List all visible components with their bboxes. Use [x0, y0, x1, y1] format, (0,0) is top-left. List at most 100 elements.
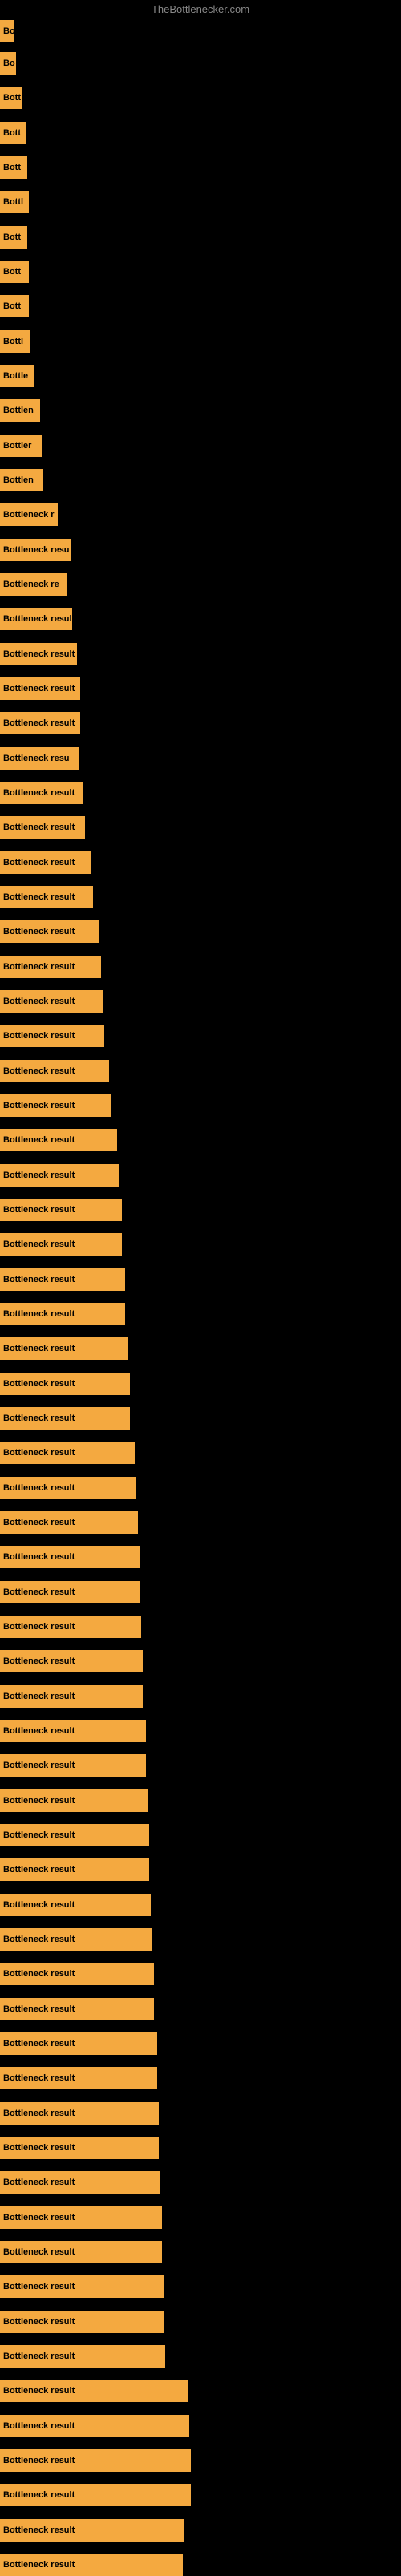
bar-label-41: Bottleneck result [3, 1413, 75, 1423]
bar-label-71: Bottleneck result [3, 2456, 75, 2465]
bar-label-24: Bottleneck result [3, 823, 75, 832]
bar-item-39: Bottleneck result [0, 1337, 128, 1360]
bar-item-57: Bottleneck result [0, 1963, 154, 1985]
bar-label-3: Bott [3, 93, 21, 103]
bar-item-40: Bottleneck result [0, 1373, 130, 1395]
bar-label-22: Bottleneck resu [3, 754, 70, 763]
bar-item-62: Bottleneck result [0, 2137, 159, 2159]
bar-item-4: Bott [0, 122, 26, 144]
bar-label-6: Bottl [3, 197, 23, 207]
bar-item-28: Bottleneck result [0, 956, 101, 978]
bar-label-69: Bottleneck result [3, 2386, 75, 2396]
bar-item-36: Bottleneck result [0, 1233, 122, 1256]
bar-item-10: Bottl [0, 330, 30, 353]
bar-label-15: Bottleneck r [3, 510, 55, 520]
bar-item-55: Bottleneck result [0, 1894, 151, 1916]
bar-item-3: Bott [0, 87, 22, 109]
bar-label-70: Bottleneck result [3, 2421, 75, 2431]
bar-label-9: Bott [3, 301, 21, 311]
bar-label-13: Bottler [3, 441, 31, 451]
bar-label-19: Bottleneck result [3, 649, 75, 659]
bar-item-44: Bottleneck result [0, 1511, 138, 1534]
bar-label-7: Bott [3, 233, 21, 242]
bar-item-24: Bottleneck result [0, 816, 85, 839]
bar-item-31: Bottleneck result [0, 1060, 109, 1082]
bar-label-30: Bottleneck result [3, 1031, 75, 1041]
bar-item-5: Bott [0, 156, 27, 179]
bar-item-74: Bottleneck result [0, 2554, 183, 2576]
bar-label-37: Bottleneck result [3, 1275, 75, 1284]
bar-label-63: Bottleneck result [3, 2178, 75, 2187]
bar-item-17: Bottleneck re [0, 573, 67, 596]
bar-item-41: Bottleneck result [0, 1407, 130, 1430]
bar-label-31: Bottleneck result [3, 1066, 75, 1076]
bar-label-32: Bottleneck result [3, 1101, 75, 1110]
bar-item-1: Bo [0, 20, 14, 42]
bar-item-34: Bottleneck result [0, 1164, 119, 1187]
bar-label-64: Bottleneck result [3, 2213, 75, 2222]
bar-item-32: Bottleneck result [0, 1094, 111, 1117]
bar-label-20: Bottleneck result [3, 684, 75, 694]
bar-label-51: Bottleneck result [3, 1761, 75, 1770]
bar-item-13: Bottler [0, 435, 42, 457]
bar-label-36: Bottleneck result [3, 1239, 75, 1249]
bar-item-42: Bottleneck result [0, 1442, 135, 1464]
bar-item-50: Bottleneck result [0, 1720, 146, 1742]
bar-label-16: Bottleneck resu [3, 545, 70, 555]
bar-label-12: Bottlen [3, 406, 34, 415]
bar-label-28: Bottleneck result [3, 962, 75, 972]
bar-label-52: Bottleneck result [3, 1796, 75, 1806]
bar-label-72: Bottleneck result [3, 2490, 75, 2500]
bar-item-26: Bottleneck result [0, 886, 93, 908]
bar-item-30: Bottleneck result [0, 1025, 104, 1047]
bar-item-14: Bottlen [0, 469, 43, 491]
bar-label-50: Bottleneck result [3, 1726, 75, 1736]
bar-item-72: Bottleneck result [0, 2484, 191, 2506]
bar-item-48: Bottleneck result [0, 1650, 143, 1672]
bar-label-25: Bottleneck result [3, 858, 75, 867]
bar-label-40: Bottleneck result [3, 1379, 75, 1389]
bar-label-65: Bottleneck result [3, 2247, 75, 2257]
bar-label-47: Bottleneck result [3, 1622, 75, 1632]
bar-item-46: Bottleneck result [0, 1581, 140, 1603]
bar-label-39: Bottleneck result [3, 1344, 75, 1353]
bar-label-21: Bottleneck result [3, 718, 75, 728]
bar-item-65: Bottleneck result [0, 2241, 162, 2263]
bar-label-44: Bottleneck result [3, 1518, 75, 1527]
bar-item-33: Bottleneck result [0, 1129, 117, 1151]
bar-item-66: Bottleneck result [0, 2275, 164, 2298]
bar-item-60: Bottleneck result [0, 2067, 157, 2089]
bar-label-34: Bottleneck result [3, 1171, 75, 1180]
bar-label-74: Bottleneck result [3, 2560, 75, 2570]
bar-item-69: Bottleneck result [0, 2380, 188, 2402]
bar-label-45: Bottleneck result [3, 1552, 75, 1562]
bar-label-58: Bottleneck result [3, 2004, 75, 2014]
bar-label-10: Bottl [3, 337, 23, 346]
bar-item-12: Bottlen [0, 399, 40, 422]
bar-item-47: Bottleneck result [0, 1616, 141, 1638]
bar-label-53: Bottleneck result [3, 1830, 75, 1840]
bar-item-15: Bottleneck r [0, 503, 58, 526]
bar-item-25: Bottleneck result [0, 851, 91, 874]
bar-item-7: Bott [0, 226, 27, 249]
bar-label-38: Bottleneck result [3, 1309, 75, 1319]
bar-item-61: Bottleneck result [0, 2102, 159, 2125]
bar-item-9: Bott [0, 295, 29, 317]
bar-item-19: Bottleneck result [0, 643, 77, 665]
bar-label-29: Bottleneck result [3, 997, 75, 1006]
bar-label-59: Bottleneck result [3, 2039, 75, 2048]
bar-label-2: Bo [3, 59, 15, 68]
bar-item-67: Bottleneck result [0, 2311, 164, 2333]
bar-item-21: Bottleneck result [0, 712, 80, 734]
bar-label-5: Bott [3, 163, 21, 172]
bar-item-20: Bottleneck result [0, 677, 80, 700]
bar-label-4: Bott [3, 128, 21, 138]
bar-item-38: Bottleneck result [0, 1303, 125, 1325]
bar-label-27: Bottleneck result [3, 927, 75, 936]
bar-label-49: Bottleneck result [3, 1692, 75, 1701]
bar-item-70: Bottleneck result [0, 2415, 189, 2437]
bar-item-8: Bott [0, 261, 29, 283]
bar-label-56: Bottleneck result [3, 1935, 75, 1944]
bar-label-62: Bottleneck result [3, 2143, 75, 2153]
bar-item-63: Bottleneck result [0, 2171, 160, 2194]
